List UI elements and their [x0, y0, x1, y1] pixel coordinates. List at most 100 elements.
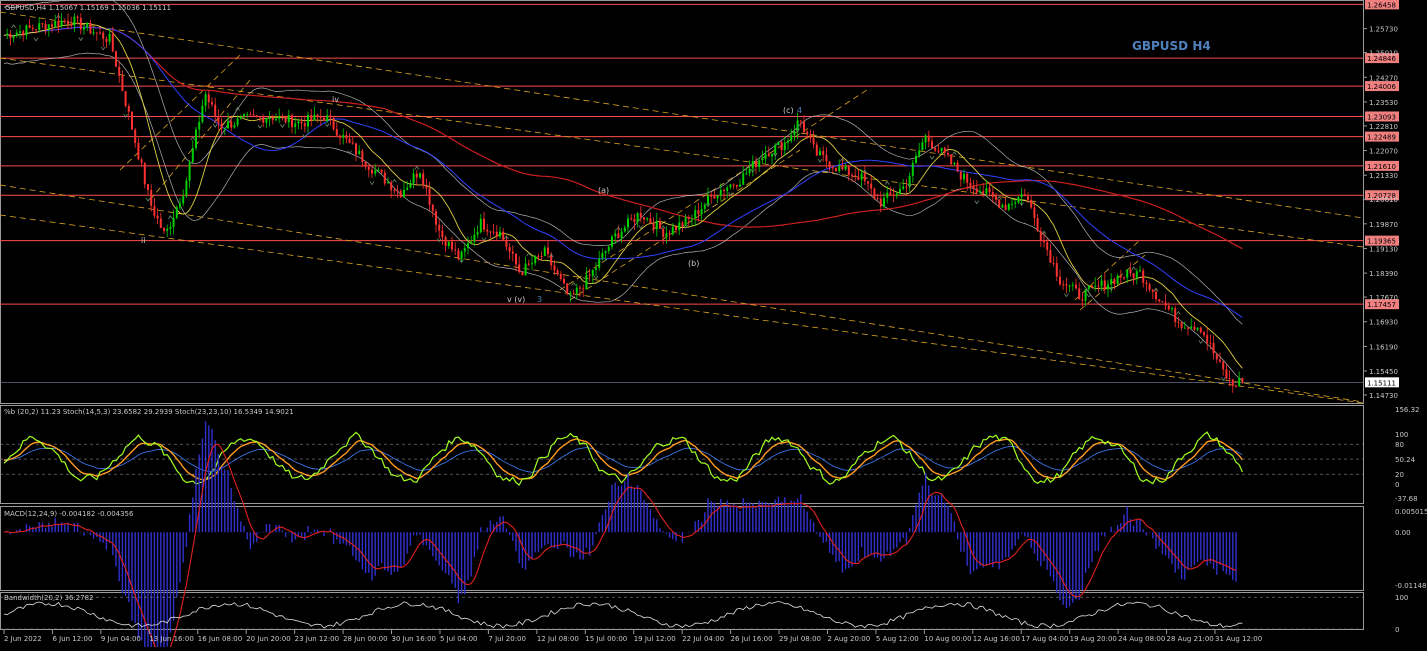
fractal-arrow-icon — [1064, 293, 1069, 298]
candle — [431, 203, 434, 218]
price-level-label: 1.24006 — [1367, 83, 1396, 91]
candle — [473, 227, 476, 246]
candle — [460, 250, 463, 262]
candle — [1190, 318, 1193, 330]
candle — [118, 60, 121, 84]
candle — [825, 147, 828, 169]
candle — [627, 214, 629, 233]
stoch-tick-label: -37.68 — [1395, 495, 1418, 503]
candle — [1142, 268, 1145, 288]
candle — [819, 147, 821, 156]
candle — [572, 289, 575, 296]
candle — [131, 111, 133, 130]
candle — [1071, 281, 1074, 291]
candle — [150, 184, 153, 212]
time-tick-label: 28 Aug 21:00 — [1167, 635, 1214, 643]
stoch-tick-label: 80 — [1395, 441, 1404, 449]
candle — [668, 230, 671, 241]
candle — [1094, 277, 1097, 292]
candle — [591, 269, 594, 284]
candle — [787, 137, 789, 150]
candle — [358, 145, 361, 155]
macd-signal-line — [3, 443, 1237, 651]
candle — [707, 187, 709, 205]
fractal-arrow-icon — [952, 151, 957, 156]
candle — [188, 160, 191, 189]
candle — [598, 250, 601, 271]
candle — [585, 267, 588, 290]
candlesticks — [6, 12, 1244, 393]
candle — [1212, 335, 1215, 360]
candle — [115, 50, 117, 67]
macd-header: MACD(12,24,9) -0.004182 -0.004356 — [4, 510, 134, 518]
candle — [639, 206, 642, 223]
candle — [857, 168, 860, 181]
candle — [1228, 370, 1231, 387]
channel-line[interactable] — [1079, 254, 1146, 311]
channel-line[interactable] — [149, 79, 251, 201]
candle — [687, 214, 690, 227]
candle — [6, 28, 9, 40]
time-tick-label: 12 Aug 16:00 — [973, 635, 1020, 643]
stoch-tick-label: 100 — [1395, 431, 1408, 439]
candle — [1116, 273, 1119, 285]
wave-label-3: 3 — [537, 295, 542, 304]
candle — [364, 160, 367, 170]
horizontal-levels[interactable]: 1.264581.248461.240061.230931.224891.216… — [0, 0, 1399, 388]
candle — [742, 165, 745, 186]
fractal-arrow-icon — [1086, 293, 1092, 298]
candle — [566, 283, 569, 296]
price-axis[interactable]: 1.25730 1.25010 1.24270 1.23530 1.22810 1.220… — [1363, 26, 1398, 400]
candle — [198, 115, 201, 138]
channel-line[interactable] — [0, 214, 1364, 404]
chart-canvas[interactable]: 1.264581.248461.240061.230931.224891.216… — [0, 0, 1427, 651]
candle — [694, 205, 697, 227]
time-tick-label: 20 Jun 20:00 — [246, 635, 290, 643]
price-level-label: 1.19365 — [1367, 238, 1396, 246]
candle — [950, 153, 953, 166]
candle — [300, 116, 303, 130]
candle — [19, 24, 21, 39]
candle — [582, 284, 585, 298]
price-tick-label: 1.20610 — [1369, 196, 1398, 204]
candle — [607, 244, 610, 255]
candle — [678, 215, 681, 236]
candle — [559, 270, 562, 282]
candle — [758, 158, 761, 173]
channel-line[interactable] — [0, 184, 1364, 403]
candle — [646, 217, 649, 222]
candle — [355, 142, 357, 162]
candle — [451, 236, 453, 253]
candle — [524, 257, 527, 276]
price-tick-label: 1.22070 — [1369, 148, 1398, 156]
chart-window[interactable]: 1.26458 1.24846 1.24006 1.23093 1.22489 1.216… — [0, 0, 1427, 651]
fractal-arrow-icon — [929, 155, 935, 160]
candle — [124, 91, 127, 108]
time-tick-label: 7 Jul 20:00 — [488, 635, 526, 643]
candle — [1203, 330, 1205, 338]
candle — [1193, 321, 1196, 332]
candle — [255, 114, 258, 118]
candle — [495, 225, 498, 241]
time-axis[interactable]: 2 Jun 2022 6 Jun 12:00 9 Jun 04:00 13 Jun 1… — [3, 630, 1262, 643]
candle — [380, 168, 383, 174]
time-tick-label: 30 Jun 16:00 — [392, 635, 436, 643]
candle — [886, 186, 889, 204]
candle — [1043, 232, 1045, 248]
candle — [931, 136, 933, 149]
candle — [1129, 262, 1132, 277]
candle — [1180, 321, 1183, 331]
candle — [1155, 288, 1157, 303]
candle — [419, 172, 421, 180]
candle — [428, 181, 431, 211]
candle — [211, 97, 213, 107]
candle — [236, 115, 239, 128]
price-tick-label: 1.25730 — [1369, 26, 1398, 34]
candle — [1007, 202, 1010, 212]
candle — [812, 130, 815, 149]
candle — [476, 225, 479, 239]
candle — [227, 113, 229, 129]
candle — [799, 119, 802, 128]
candle — [403, 181, 405, 198]
candle — [844, 163, 847, 172]
